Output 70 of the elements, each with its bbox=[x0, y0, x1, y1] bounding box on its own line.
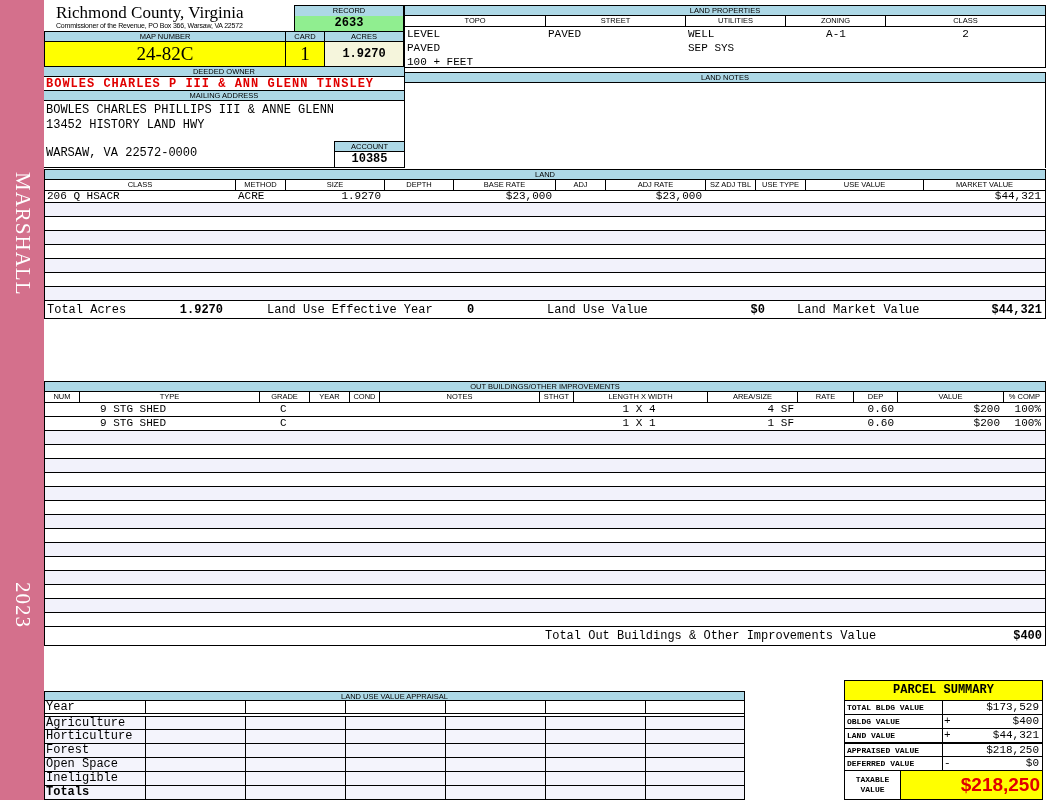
total-label: Total Acres bbox=[47, 302, 127, 317]
taxable-value: $218,250 bbox=[901, 771, 1042, 799]
row-label: Totals bbox=[45, 786, 146, 799]
table-cell-text: $200 bbox=[972, 417, 1001, 430]
table-cell-text: 4 SF bbox=[766, 403, 795, 416]
table-cell-text: $23,000 bbox=[504, 191, 553, 202]
total-label: Land Use Effective Year bbox=[267, 302, 434, 317]
row-label: Year bbox=[45, 701, 146, 714]
summary-label: OBLDG VALUE bbox=[845, 715, 943, 728]
total-value: 0 bbox=[467, 302, 475, 317]
summary-label: LAND VALUE bbox=[845, 729, 943, 742]
table-cell-text: 0.60 bbox=[866, 403, 895, 416]
row-label: Ineligible bbox=[45, 772, 146, 785]
sign-symbol: - bbox=[944, 757, 951, 769]
table-cell-text: SEP SYS bbox=[688, 41, 736, 55]
summary-value: $173,529 bbox=[985, 701, 1040, 714]
table-cell-text: LEVEL bbox=[407, 27, 441, 41]
table-cell-text: 1 SF bbox=[766, 417, 795, 430]
table-cell-text: 206 Q HSACR bbox=[46, 191, 121, 202]
sign-symbol: + bbox=[944, 715, 951, 727]
table-cell-text: 9 STG SHED bbox=[99, 417, 167, 430]
acres-value: 1.9270 bbox=[325, 41, 403, 66]
summary-value: $218,250 bbox=[985, 744, 1040, 757]
total-value: $44,321 bbox=[991, 302, 1042, 317]
summary-value: $400 bbox=[1011, 715, 1040, 728]
summary-label: TOTAL BLDG VALUE bbox=[845, 701, 943, 714]
address-line: 13452 HISTORY LAND HWY bbox=[46, 118, 206, 133]
row-label: Horticulture bbox=[45, 730, 146, 743]
table-cell-text: $44,321 bbox=[993, 191, 1042, 202]
total-value: $0 bbox=[750, 302, 765, 317]
table-cell-text: $23,000 bbox=[654, 191, 703, 202]
table-cell-text: PAVED bbox=[548, 27, 582, 41]
table-cell-text: C bbox=[279, 403, 288, 416]
total-value: $400 bbox=[1013, 629, 1042, 643]
summary-label: APPRAISED VALUE bbox=[845, 744, 943, 757]
total-value: 1.9270 bbox=[179, 302, 223, 317]
card-number: 1 bbox=[286, 41, 324, 66]
summary-value: $0 bbox=[1024, 757, 1040, 770]
row-label: Open Space bbox=[45, 758, 146, 771]
table-cell-text: A-1 bbox=[825, 27, 847, 41]
table-cell-text: C bbox=[279, 417, 288, 430]
table-cell-text: 100 + FEET bbox=[407, 55, 474, 69]
address-line: WARSAW, VA 22572-0000 bbox=[46, 146, 199, 161]
table-cell-text: $200 bbox=[972, 403, 1001, 416]
total-label: Land Use Value bbox=[547, 302, 648, 317]
table-cell-text: 1.9270 bbox=[340, 191, 382, 202]
table-cell-text: 1 X 4 bbox=[621, 403, 657, 416]
table-cell-text: WELL bbox=[688, 27, 716, 41]
address-line: BOWLES CHARLES PHILLIPS III & ANNE GLENN bbox=[46, 103, 335, 118]
record-number: 2633 bbox=[295, 16, 403, 31]
table-cell-text: 9 STG SHED bbox=[99, 403, 167, 416]
table-cell-text: 100% bbox=[1013, 403, 1042, 416]
year-label: 2023 bbox=[9, 582, 35, 628]
summary-value: $44,321 bbox=[991, 729, 1040, 742]
row-label: Forest bbox=[45, 744, 146, 757]
county-title: Richmond County, Virginia bbox=[56, 5, 245, 21]
account-number: 10385 bbox=[335, 151, 404, 166]
table-cell-text: 2 bbox=[961, 27, 970, 41]
table-cell-text: PAVED bbox=[407, 41, 441, 55]
table-cell-text: 0.60 bbox=[866, 417, 895, 430]
neighborhood-label: MARSHALL bbox=[9, 172, 35, 296]
summary-label: DEFERRED VALUE bbox=[845, 757, 943, 770]
map-number: 24-82C bbox=[45, 41, 285, 66]
sign-symbol: + bbox=[944, 729, 951, 741]
summary-title: PARCEL SUMMARY bbox=[845, 681, 1042, 701]
table-cell-text: 1 X 1 bbox=[621, 417, 657, 430]
table-cell-text: 100% bbox=[1013, 417, 1042, 430]
table-cell-text: ACRE bbox=[237, 191, 266, 202]
total-label: Land Market Value bbox=[797, 302, 920, 317]
total-label: Total Out Buildings & Other Improvements Value bbox=[545, 629, 877, 643]
